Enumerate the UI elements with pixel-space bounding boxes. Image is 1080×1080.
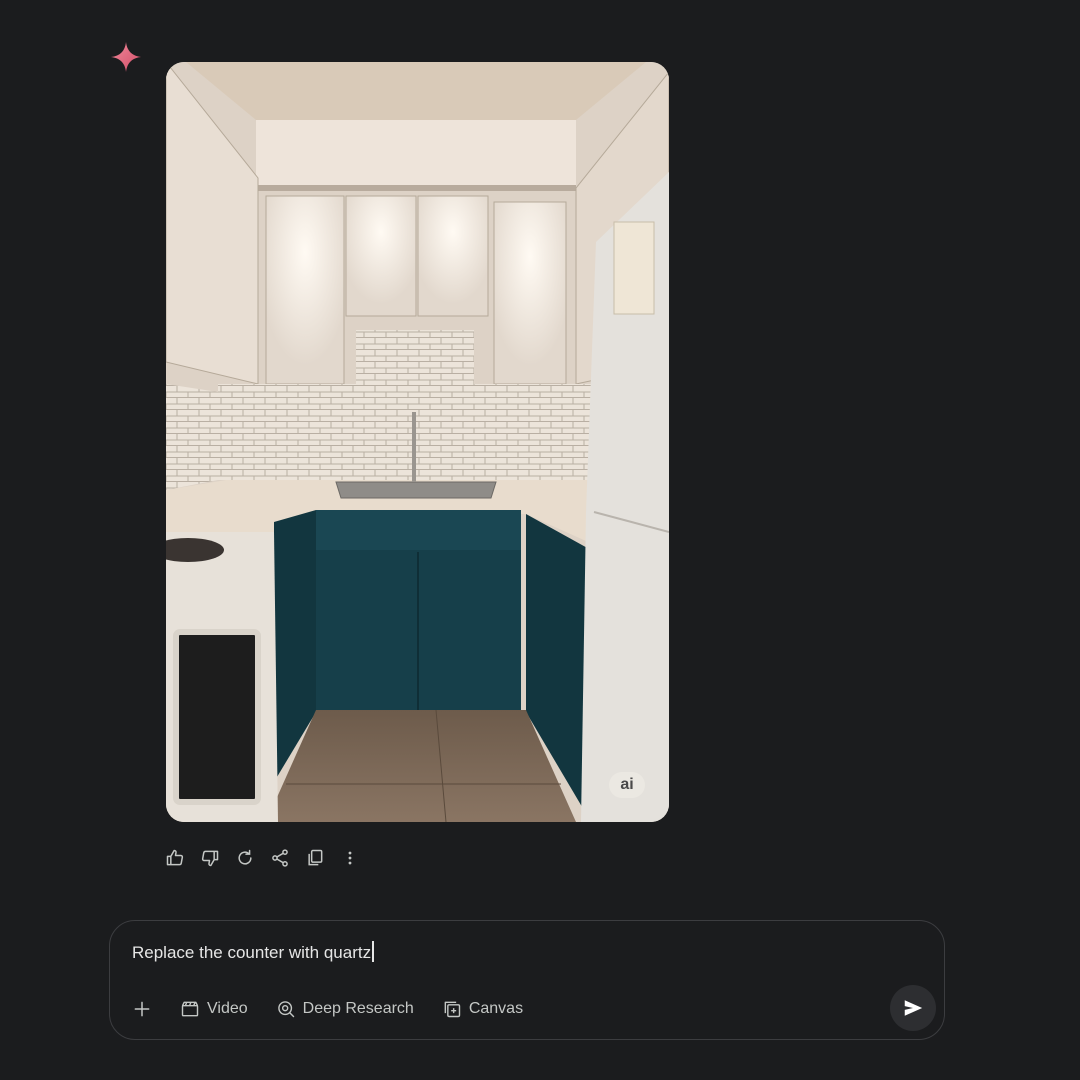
response-actions bbox=[164, 845, 361, 871]
ai-badge: ai bbox=[609, 772, 645, 798]
deep-research-icon bbox=[277, 1001, 294, 1018]
prompt-composer: Replace the counter with quartz Video De… bbox=[109, 920, 945, 1040]
thumbs-down-button[interactable] bbox=[199, 847, 221, 869]
send-button[interactable] bbox=[890, 985, 936, 1031]
more-options-button[interactable] bbox=[339, 847, 361, 869]
more-vert-icon bbox=[348, 851, 352, 865]
plus-icon bbox=[134, 1001, 150, 1017]
text-caret bbox=[372, 941, 374, 962]
regenerate-icon bbox=[238, 849, 252, 865]
regenerate-button[interactable] bbox=[234, 847, 256, 869]
copy-button[interactable] bbox=[304, 847, 326, 869]
deep-research-label: Deep Research bbox=[302, 1000, 414, 1017]
thumbs-down-icon bbox=[201, 850, 219, 867]
prompt-input[interactable]: Replace the counter with quartz bbox=[132, 941, 832, 965]
canvas-button[interactable]: Canvas bbox=[428, 995, 537, 1023]
kitchen-image bbox=[166, 62, 669, 822]
canvas-icon bbox=[444, 1001, 461, 1018]
add-button[interactable] bbox=[128, 995, 166, 1023]
prompt-text: Replace the counter with quartz bbox=[132, 943, 372, 962]
copy-icon bbox=[308, 849, 323, 866]
deep-research-button[interactable]: Deep Research bbox=[262, 995, 428, 1023]
send-icon bbox=[904, 1000, 923, 1016]
video-button[interactable]: Video bbox=[166, 995, 262, 1023]
video-label: Video bbox=[207, 1000, 248, 1017]
share-button[interactable] bbox=[269, 847, 291, 869]
generated-image[interactable]: ai bbox=[166, 62, 669, 822]
share-icon bbox=[272, 849, 288, 867]
sparkle-icon bbox=[111, 42, 141, 72]
thumbs-up-button[interactable] bbox=[164, 847, 186, 869]
canvas-label: Canvas bbox=[468, 1000, 524, 1017]
composer-toolbar: Video Deep Research Canvas bbox=[128, 995, 537, 1023]
thumbs-up-icon bbox=[166, 849, 184, 866]
clapperboard-icon bbox=[181, 1001, 199, 1017]
